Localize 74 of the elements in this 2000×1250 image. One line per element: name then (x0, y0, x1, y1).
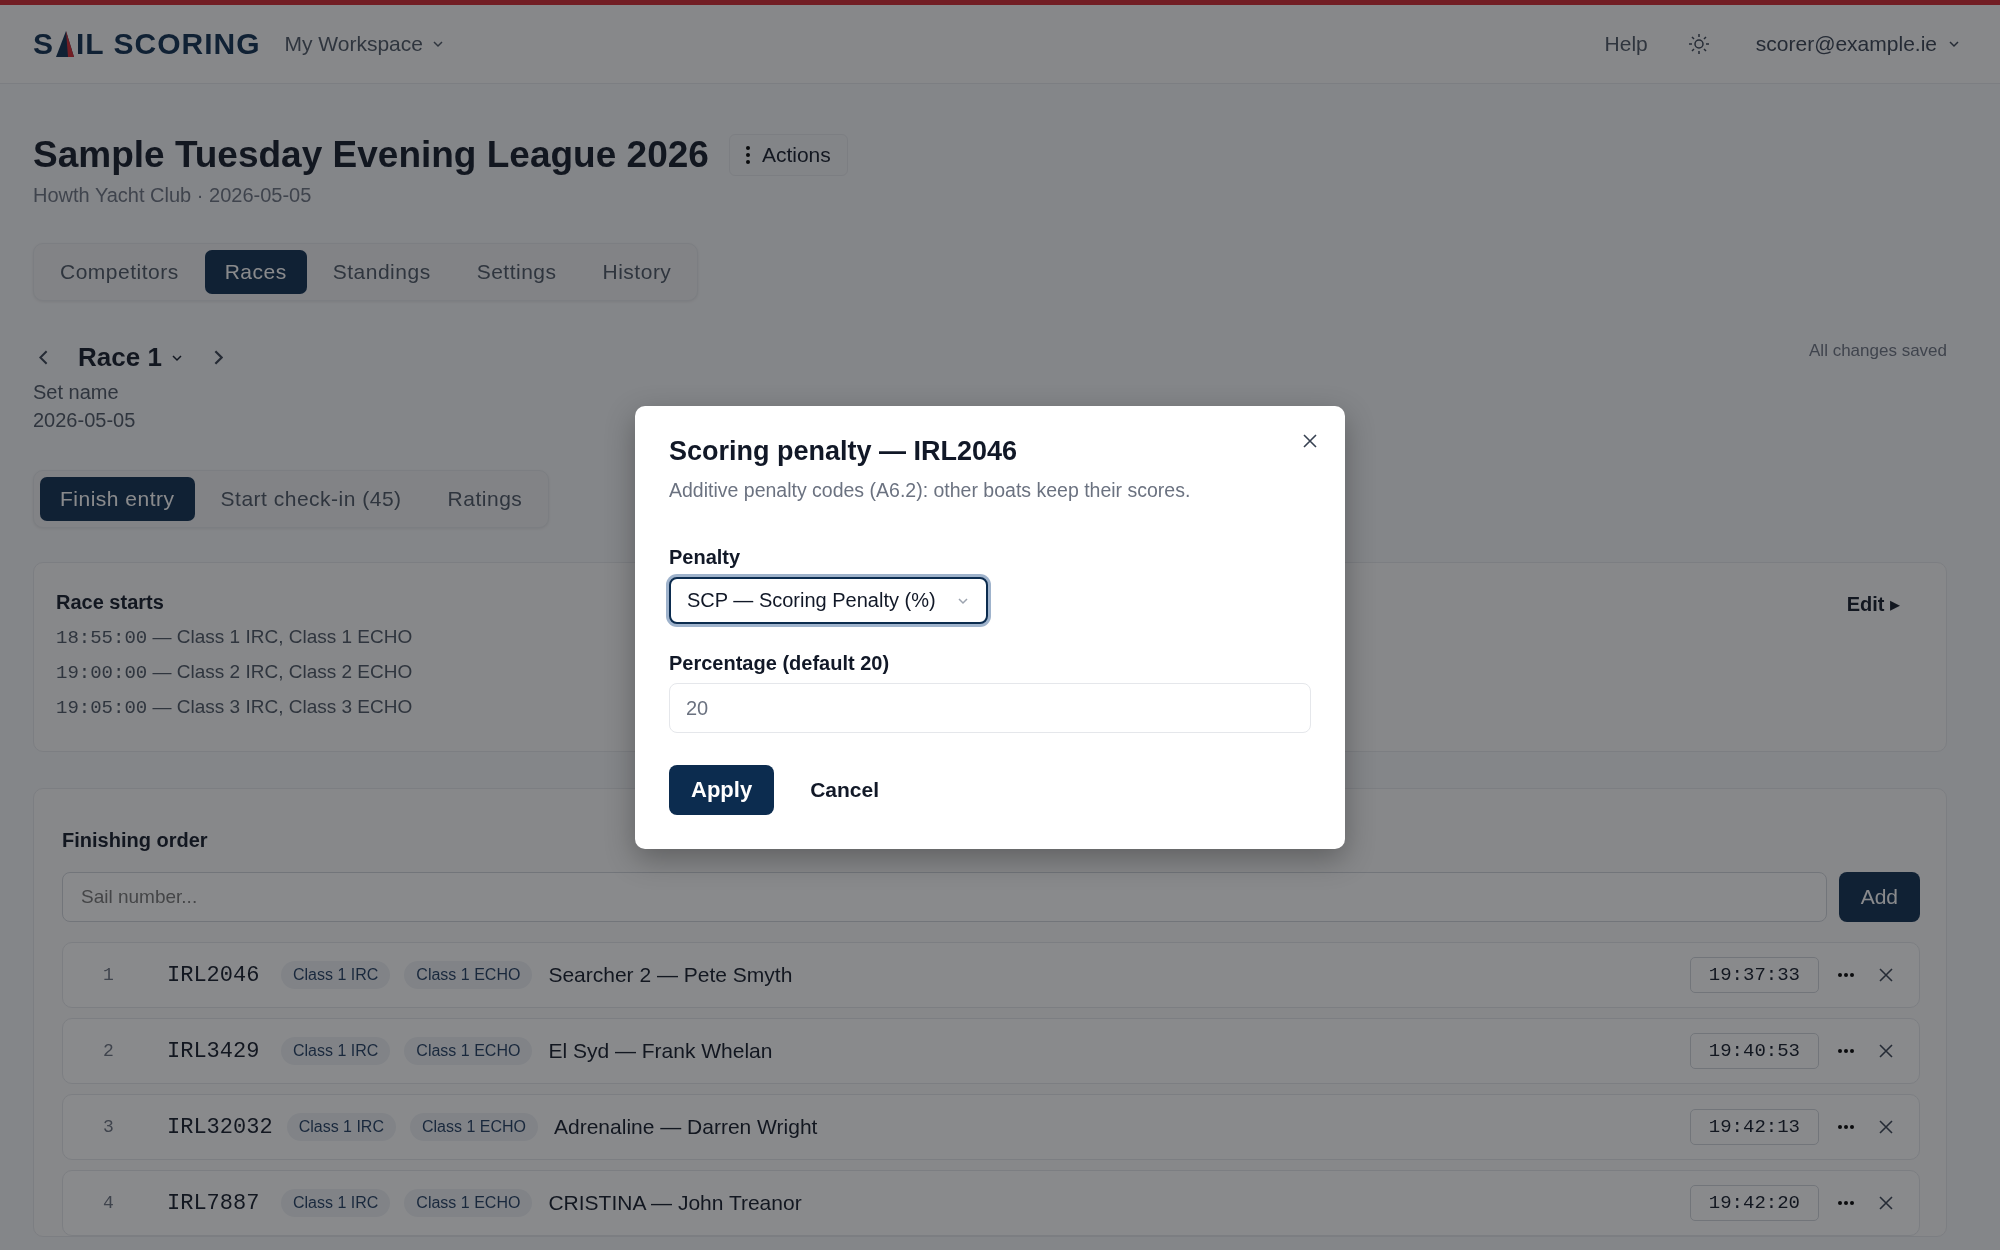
logo-text: S (33, 27, 54, 61)
close-icon (1301, 432, 1319, 450)
tab[interactable]: Standings (312, 250, 451, 294)
field-label: Penalty (669, 546, 742, 569)
tab[interactable]: Settings (456, 250, 577, 294)
start-line: 19:05:00 — Class 3 IRC, Class 3 ECHO (56, 696, 413, 719)
close-icon (1877, 1042, 1895, 1060)
class-tag: Class 1 ECHO (410, 1113, 538, 1141)
sail-number: IRL2046 (167, 962, 261, 988)
event-title: Sample Tuesday Evening League 2026 (33, 134, 709, 176)
finish-time[interactable]: 19:42:13 (1689, 1109, 1819, 1145)
finish-time[interactable]: 19:42:20 (1689, 1185, 1819, 1221)
event-subtitle: Howth Yacht Club · 2026-05-05 (33, 184, 313, 207)
close-icon (1877, 1118, 1895, 1136)
close-icon (1877, 966, 1895, 984)
apply-button[interactable]: Apply (669, 765, 775, 815)
percentage-field[interactable]: 20 (669, 683, 1311, 733)
class-tag: Class 1 ECHO (404, 1037, 533, 1065)
boat-name: El Syd — Frank Whelan (548, 1039, 773, 1063)
user-menu[interactable]: scorer@example.ie (1749, 31, 1967, 57)
class-tag: Class 1 IRC (281, 961, 391, 989)
start-line: 19:00:00 — Class 2 IRC, Class 2 ECHO (56, 661, 413, 684)
dialog-title: Scoring penalty — IRL2046 (669, 436, 1019, 467)
sail-number: IRL32032 (167, 1114, 273, 1140)
class-tag: Class 1 IRC (281, 1189, 391, 1217)
more-icon (1837, 1124, 1855, 1130)
boat-name: CRISTINA — John Treanor (548, 1191, 802, 1215)
more-icon (1837, 1200, 1855, 1206)
sail-icon (54, 30, 76, 58)
race-selector[interactable]: Race 1 (72, 341, 190, 374)
class-tag: Class 1 IRC (281, 1037, 391, 1065)
tab[interactable]: Finish entry (40, 477, 195, 521)
class-tag: Class 1 ECHO (404, 1189, 533, 1217)
class-tag: Class 1 IRC (286, 1113, 396, 1141)
position: 3 (103, 1117, 115, 1137)
close-icon (1877, 1194, 1895, 1212)
position: 1 (103, 965, 115, 985)
sail-number: IRL7887 (167, 1190, 261, 1216)
add-button[interactable]: Add (1838, 872, 1920, 922)
chevron-right-icon (213, 350, 223, 365)
actions-button[interactable]: Actions (728, 134, 848, 176)
more-icon (1837, 972, 1855, 978)
class-tag: Class 1 ECHO (404, 961, 533, 989)
tab[interactable]: Ratings (427, 477, 543, 521)
finish-time[interactable]: 19:37:33 (1689, 957, 1819, 993)
tab[interactable]: Competitors (40, 250, 199, 294)
card-title: Finishing order (62, 829, 209, 852)
finish-time[interactable]: 19:40:53 (1689, 1033, 1819, 1069)
tab[interactable]: Start check-in (45) (200, 477, 422, 521)
sail-number-field[interactable]: Sail number... (62, 872, 1827, 922)
help-link[interactable]: Help (1604, 32, 1648, 56)
sun-icon[interactable] (1687, 33, 1710, 55)
logo-text: IL SCORING (76, 27, 261, 61)
kebab-icon (745, 146, 750, 164)
cancel-button[interactable]: Cancel (804, 777, 885, 803)
race-date: 2026-05-05 (33, 408, 137, 433)
position: 4 (103, 1193, 115, 1213)
sail-number: IRL3429 (167, 1038, 261, 1064)
card-title: Race starts (56, 591, 165, 614)
boat-name: Adrenaline — Darren Wright (554, 1115, 818, 1139)
position: 2 (103, 1041, 115, 1061)
boat-name: Searcher 2 — Pete Smyth (548, 963, 793, 987)
chevron-left-icon (39, 350, 48, 365)
start-line: 18:55:00 — Class 1 IRC, Class 1 ECHO (56, 626, 413, 649)
workspace-menu[interactable]: My Workspace (276, 32, 453, 56)
edit-button[interactable]: Edit ▸ (1840, 591, 1906, 615)
penalty-select[interactable]: SCP — Scoring Penalty (%) (669, 577, 988, 624)
more-icon (1837, 1048, 1855, 1054)
dialog-description: Additive penalty codes (A6.2): other boats keep their scores. (669, 479, 1192, 502)
race-set-name[interactable]: Set name (33, 378, 229, 406)
save-status: All changes saved (1809, 341, 1947, 361)
tab[interactable]: Races (204, 250, 307, 294)
tab[interactable]: History (582, 250, 692, 294)
field-label: Percentage (default 20) (669, 652, 891, 675)
